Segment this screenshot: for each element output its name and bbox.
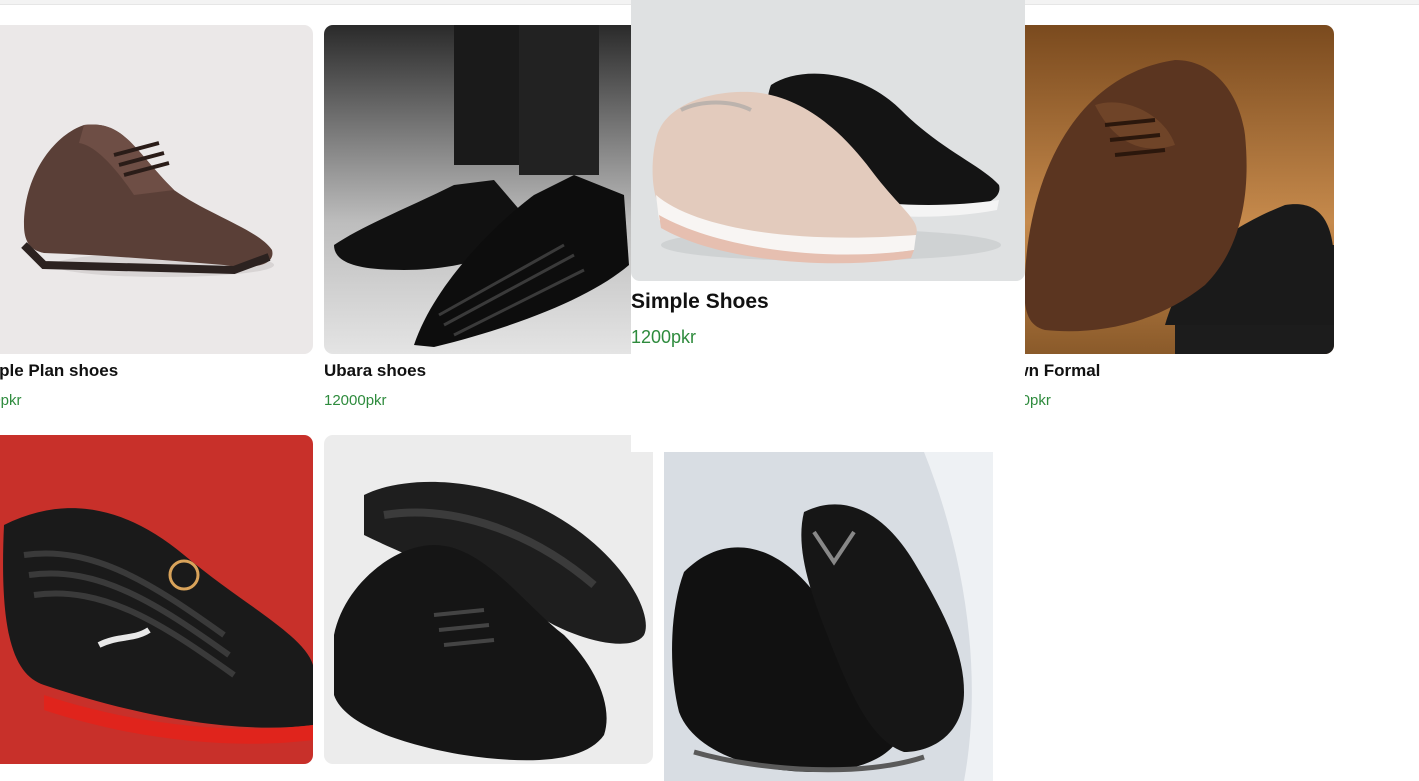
product-price: 1200pkr — [631, 327, 697, 347]
product-name[interactable]: mple Plan shoes — [0, 361, 118, 381]
product-card[interactable]: Ubara shoes 12000pkr — [324, 25, 653, 415]
product-name[interactable]: Simple Shoes — [631, 290, 769, 314]
brown-oxford-shoe-icon[interactable] — [0, 25, 313, 354]
slip-on-sneakers-icon[interactable] — [631, 0, 1025, 281]
product-card[interactable] — [664, 452, 993, 781]
black-formal-shoe-icon[interactable] — [324, 25, 653, 354]
black-knit-sneakers-icon[interactable] — [664, 452, 993, 781]
red-black-sneaker-icon[interactable] — [0, 435, 313, 764]
product-price: 12000pkr — [324, 392, 387, 409]
brown-derby-shoe-icon[interactable] — [1005, 25, 1334, 354]
product-name[interactable]: Ubara shoes — [324, 361, 426, 381]
product-card-hovered[interactable]: Simple Shoes 1200pkr — [631, 0, 1025, 452]
product-card[interactable] — [324, 435, 653, 764]
black-leather-shoes-icon[interactable] — [324, 435, 653, 764]
product-card[interactable] — [0, 435, 313, 764]
product-card[interactable]: own Formal 000pkr — [1005, 25, 1334, 415]
product-card[interactable]: mple Plan shoes 00pkr — [0, 25, 313, 415]
product-price: 00pkr — [0, 392, 22, 409]
